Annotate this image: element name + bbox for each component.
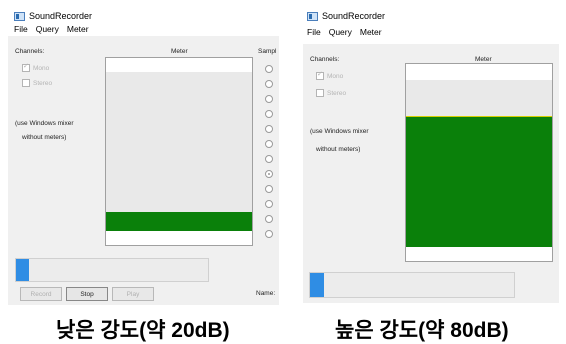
channels-label: Channels:	[310, 56, 340, 63]
mixer-note-line2: without meters)	[316, 146, 361, 153]
stereo-label: Stereo	[327, 89, 347, 97]
play-button[interactable]: Play	[112, 287, 154, 301]
checkbox-icon	[22, 79, 30, 87]
channels-label: Channels:	[15, 48, 45, 55]
sample-rate-radio[interactable]	[265, 185, 273, 193]
mono-label: Mono	[327, 72, 344, 80]
sample-rate-radio[interactable]	[265, 110, 273, 118]
stop-button[interactable]: Stop	[66, 287, 108, 301]
checkbox-icon	[316, 70, 324, 80]
app-icon	[14, 11, 25, 21]
sample-rate-radio[interactable]	[265, 80, 273, 88]
sample-label: Sampl	[258, 48, 277, 55]
left-caption: 낮은 강도(약 20dB)	[56, 319, 230, 342]
sample-rate-radio-selected[interactable]	[265, 170, 273, 178]
sample-rate-radio[interactable]	[265, 230, 273, 238]
level-meter	[405, 63, 553, 262]
sample-rate-radio[interactable]	[265, 125, 273, 133]
meter-bottom-strip	[406, 247, 552, 261]
sample-rate-radio[interactable]	[265, 155, 273, 163]
right-panel: SoundRecorder File Query Meter Channels:…	[283, 0, 566, 342]
progress-fill	[16, 259, 29, 281]
left-panel: SoundRecorder File Query Meter Channels:…	[0, 0, 283, 342]
record-progress	[15, 258, 209, 282]
menu-query[interactable]: Query	[329, 27, 352, 37]
record-button[interactable]: Record	[20, 287, 62, 301]
mono-label: Mono	[33, 64, 50, 72]
checkbox-icon	[316, 89, 324, 97]
mixer-note-line1: (use Windows mixer	[310, 128, 369, 135]
stereo-checkbox[interactable]: Stereo	[22, 79, 52, 87]
menu-meter[interactable]: Meter	[360, 27, 382, 37]
meter-label: Meter	[475, 56, 492, 63]
right-titlebar: SoundRecorder	[307, 6, 385, 26]
window-title: SoundRecorder	[322, 11, 386, 21]
menu-file[interactable]: File	[307, 27, 321, 37]
sample-rate-radio[interactable]	[265, 65, 273, 73]
meter-level-bar	[106, 212, 252, 231]
menu-file[interactable]: File	[14, 24, 28, 34]
checkbox-icon	[22, 62, 30, 72]
meter-peak-line	[406, 116, 552, 117]
right-menubar: File Query Meter	[307, 25, 382, 39]
window-title: SoundRecorder	[29, 11, 93, 21]
sample-rate-radio[interactable]	[265, 200, 273, 208]
name-label: Name:	[256, 290, 276, 297]
sample-rate-radio[interactable]	[265, 140, 273, 148]
mixer-note-line2: without meters)	[22, 134, 67, 141]
stereo-label: Stereo	[33, 79, 53, 87]
app-icon	[307, 11, 318, 21]
mono-checkbox[interactable]: Mono	[316, 70, 344, 80]
mono-checkbox[interactable]: Mono	[22, 62, 50, 72]
menu-query[interactable]: Query	[36, 24, 59, 34]
progress-fill	[310, 273, 324, 297]
stereo-checkbox[interactable]: Stereo	[316, 89, 346, 97]
mixer-note-line1: (use Windows mixer	[15, 120, 74, 127]
record-progress	[309, 272, 515, 298]
left-menubar: File Query Meter	[14, 22, 89, 36]
menu-meter[interactable]: Meter	[67, 24, 89, 34]
right-caption: 높은 강도(약 80dB)	[335, 319, 509, 342]
meter-label: Meter	[171, 48, 188, 55]
sample-rate-radio[interactable]	[265, 215, 273, 223]
meter-bottom-strip	[106, 231, 252, 245]
sample-rate-radio[interactable]	[265, 95, 273, 103]
meter-level-bar	[406, 117, 552, 247]
level-meter	[105, 57, 253, 246]
